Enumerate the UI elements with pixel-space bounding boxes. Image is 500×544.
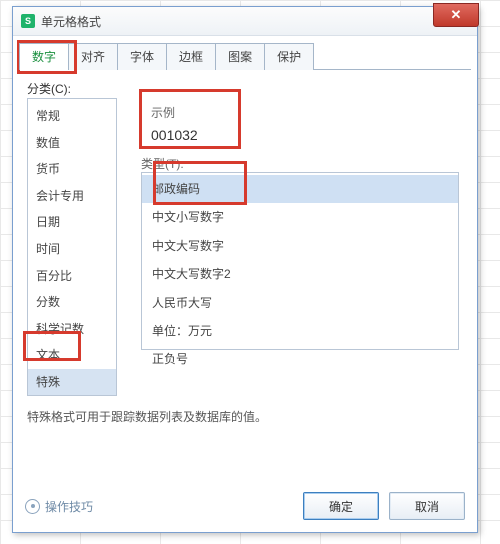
type-label: 类型(T): — [141, 155, 184, 172]
category-item[interactable]: 分数 — [28, 289, 116, 316]
close-button[interactable]: ✕ — [433, 3, 479, 27]
category-item[interactable]: 货币 — [28, 156, 116, 183]
type-item[interactable]: 正负号 — [142, 345, 458, 373]
category-item[interactable]: 时间 — [28, 236, 116, 263]
window-title: 单元格格式 — [41, 13, 101, 30]
category-item[interactable]: 特殊 — [28, 369, 116, 396]
type-item[interactable]: 邮政编码 — [142, 175, 458, 203]
type-item[interactable]: 单位：万元 — [142, 317, 458, 345]
category-item[interactable]: 日期 — [28, 209, 116, 236]
category-item[interactable]: 文本 — [28, 342, 116, 369]
footer-buttons: 确定 取消 — [303, 492, 465, 520]
tab-3[interactable]: 边框 — [166, 43, 216, 70]
format-cells-dialog: S 单元格格式 ✕ 数字对齐字体边框图案保护 分类(C): 常规数值货币会计专用… — [12, 6, 478, 533]
category-item[interactable]: 百分比 — [28, 263, 116, 290]
dialog-body: 分类(C): 常规数值货币会计专用日期时间百分比分数科学记数文本特殊自定义 示例… — [13, 70, 477, 498]
category-listbox[interactable]: 常规数值货币会计专用日期时间百分比分数科学记数文本特殊自定义 — [27, 98, 117, 396]
format-description: 特殊格式可用于跟踪数据列表及数据库的值。 — [27, 408, 459, 426]
category-item[interactable]: 科学记数 — [28, 316, 116, 343]
example-block: 示例 001032 — [141, 98, 459, 151]
cancel-button[interactable]: 取消 — [389, 492, 465, 520]
category-item[interactable]: 数值 — [28, 130, 116, 157]
tab-4[interactable]: 图案 — [215, 43, 265, 70]
tab-1[interactable]: 对齐 — [68, 43, 118, 70]
tips-link[interactable]: 操作技巧 — [25, 498, 93, 515]
type-item[interactable]: 中文大写数字 — [142, 232, 458, 260]
tips-icon — [25, 499, 40, 514]
type-item[interactable]: 中文大写数字2 — [142, 260, 458, 288]
tab-2[interactable]: 字体 — [117, 43, 167, 70]
category-label: 分类(C): — [27, 80, 465, 97]
type-item[interactable]: 中文小写数字 — [142, 203, 458, 231]
close-icon: ✕ — [451, 7, 462, 23]
tab-strip: 数字对齐字体边框图案保护 — [13, 36, 477, 69]
ok-button[interactable]: 确定 — [303, 492, 379, 520]
category-item[interactable]: 会计专用 — [28, 183, 116, 210]
example-label: 示例 — [151, 104, 449, 121]
dialog-footer: 操作技巧 确定 取消 — [13, 486, 477, 526]
tab-5[interactable]: 保护 — [264, 43, 314, 70]
app-icon: S — [21, 14, 35, 28]
tips-label: 操作技巧 — [45, 498, 93, 515]
example-value: 001032 — [151, 127, 449, 143]
category-item[interactable]: 常规 — [28, 103, 116, 130]
tab-0[interactable]: 数字 — [19, 43, 69, 70]
titlebar: S 单元格格式 ✕ — [13, 7, 477, 36]
type-item[interactable]: 人民币大写 — [142, 289, 458, 317]
type-listbox[interactable]: 邮政编码中文小写数字中文大写数字中文大写数字2人民币大写单位：万元正负号 — [141, 172, 459, 350]
